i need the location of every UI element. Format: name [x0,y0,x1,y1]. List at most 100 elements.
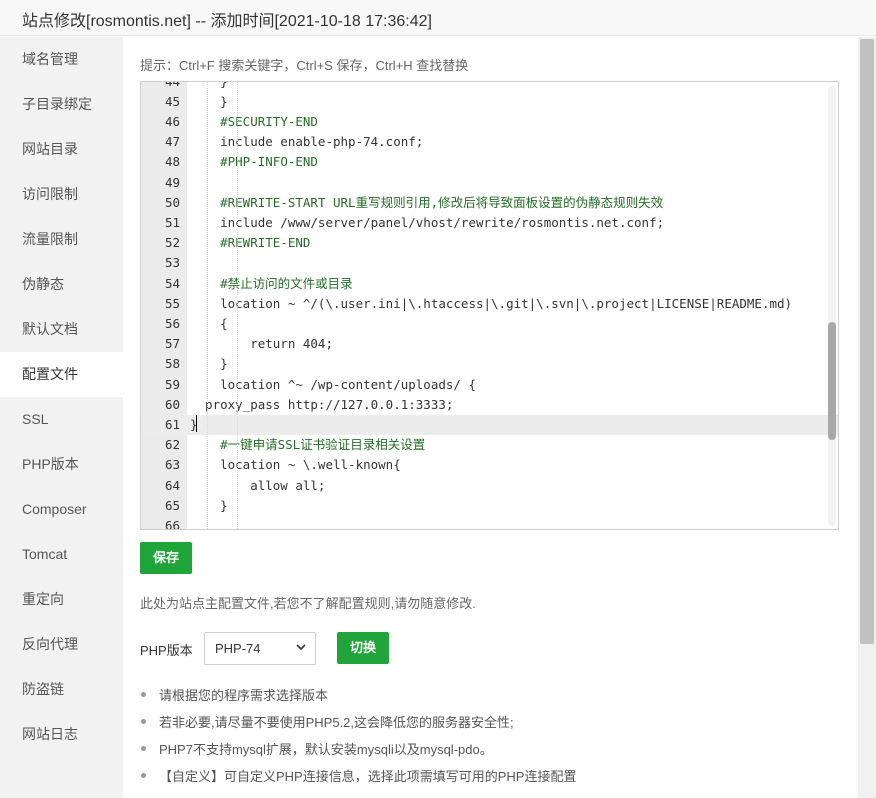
code-text: #一键申请SSL证书验证目录相关设置 [220,437,426,453]
code-line[interactable]: 52 #REWRITE-END [141,233,838,253]
code-text: include enable-php-74.conf; [190,134,424,150]
code-line[interactable]: 57 return 404; [141,334,838,354]
sidebar-item-tomcat[interactable]: Tomcat [0,532,123,577]
code-text: allow all; [190,477,326,493]
line-number: 48 [164,154,180,170]
main-panel: 提示：Ctrl+F 搜索关键字，Ctrl+S 保存，Ctrl+H 查找替换 44… [123,37,858,798]
text-cursor [196,415,197,432]
switch-php-button[interactable]: 切换 [337,632,389,664]
code-text: } [190,356,228,372]
code-line[interactable]: 60 proxy_pass http://127.0.0.1:3333; [141,395,838,415]
line-number: 44 [164,81,180,89]
bullet-icon [141,692,146,697]
line-number: 45 [164,93,180,109]
code-text: } [190,497,228,513]
code-line[interactable]: 64 allow all; [141,476,838,496]
code-line[interactable]: 62 #一键申请SSL证书验证目录相关设置 [141,435,838,455]
code-line[interactable]: 66 [141,516,838,530]
sidebar-item-default-doc[interactable]: 默认文档 [0,307,123,352]
bullet-icon [141,773,146,778]
code-line[interactable]: 49 [141,173,838,193]
code-text: } [190,93,228,109]
code-line[interactable]: 54 #禁止访问的文件或目录 [141,274,838,294]
line-number: 62 [164,437,180,453]
code-text: return 404; [190,336,333,352]
bullet-icon [141,719,146,724]
code-text: } [190,81,228,89]
code-line[interactable]: 45 } [141,92,838,112]
line-number: 50 [164,194,180,210]
sidebar-item-reverse-proxy[interactable]: 反向代理 [0,622,123,667]
sidebar-item-access-limit[interactable]: 访问限制 [0,172,123,217]
code-line[interactable]: 46 #SECURITY-END [141,112,838,132]
code-line[interactable]: 65 } [141,496,838,516]
sidebar-item-redirect[interactable]: 重定向 [0,577,123,622]
code-line[interactable]: 44 } [141,81,838,92]
sidebar-item-php-version[interactable]: PHP版本 [0,442,123,487]
line-number: 56 [164,315,180,331]
line-number: 47 [164,134,180,150]
code-text: #REWRITE-END [220,235,311,251]
line-number: 57 [164,336,180,352]
editor-lines[interactable]: 44 } 45 } 46 #SECURITY-END 47 include enabl… [141,82,838,529]
editor-scrollbar-thumb[interactable] [828,322,836,440]
line-number: 46 [164,113,180,129]
php-version-select[interactable]: PHP-74 [204,632,316,665]
code-line[interactable]: 58 } [141,354,838,374]
sidebar-item-composer[interactable]: Composer [0,487,123,532]
sidebar-item-rewrite[interactable]: 伪静态 [0,262,123,307]
indent-guide [237,82,238,529]
config-editor[interactable]: 44 } 45 } 46 #SECURITY-END 47 include enabl… [140,81,839,530]
code-line[interactable]: 51 include /www/server/panel/vhost/rewri… [141,213,838,233]
chevron-down-icon [296,644,306,651]
editor-scrollbar-track[interactable] [828,86,836,526]
save-button[interactable]: 保存 [140,542,192,574]
sidebar-item-site-dir[interactable]: 网站目录 [0,127,123,172]
code-line[interactable]: 63 location ~ \.well-known{ [141,455,838,475]
bullet-icon [141,746,146,751]
line-number: 52 [164,235,180,251]
sidebar-item-traffic-limit[interactable]: 流量限制 [0,217,123,262]
sidebar-item-site-log[interactable]: 网站日志 [0,712,123,757]
code-text: #REWRITE-START URL重写规则引用,修改后将导致面板设置的伪静态规… [220,194,664,210]
code-text: location ~ ^/(\.user.ini|\.htaccess|\.gi… [190,295,793,311]
code-text: { [190,315,228,331]
page-scrollbar-thumb[interactable] [860,39,874,644]
code-line[interactable]: 47 include enable-php-74.conf; [141,132,838,152]
line-number: 64 [164,477,180,493]
code-line[interactable]: 59 location ^~ /wp-content/uploads/ { [141,375,838,395]
indent-guide [207,82,208,529]
code-text: proxy_pass http://127.0.0.1:3333; [190,396,454,412]
line-number: 58 [164,356,180,372]
sidebar-item-hotlink[interactable]: 防盗链 [0,667,123,712]
code-text: include /www/server/panel/vhost/rewrite/… [190,214,665,230]
line-number: 59 [164,376,180,392]
line-number: 53 [164,255,180,271]
code-text: #禁止访问的文件或目录 [220,275,353,291]
window-titlebar: 站点修改[rosmontis.net] -- 添加时间[2021-10-18 1… [0,0,876,36]
code-line[interactable]: 53 [141,253,838,273]
editor-hint: 提示：Ctrl+F 搜索关键字，Ctrl+S 保存，Ctrl+H 查找替换 [140,58,469,73]
window-title: 站点修改[rosmontis.net] -- 添加时间[2021-10-18 1… [22,13,432,30]
config-warning-note: 此处为站点主配置文件,若您不了解配置规则,请勿随意修改. [140,596,476,611]
line-number: 66 [164,517,180,530]
sidebar-item-domain[interactable]: 域名管理 [0,37,123,82]
sidebar-item-subdir[interactable]: 子目录绑定 [0,82,123,127]
code-line[interactable]: 61} [141,414,838,436]
php-version-selected: PHP-74 [215,641,261,656]
line-number: 63 [164,457,180,473]
line-number: 60 [164,396,180,412]
code-line[interactable]: 56 { [141,314,838,334]
line-number: 49 [164,174,180,190]
sidebar-item-ssl[interactable]: SSL [0,397,123,442]
page-scrollbar[interactable] [858,37,876,798]
code-line[interactable]: 48 #PHP-INFO-END [141,152,838,172]
code-line[interactable]: 50 #REWRITE-START URL重写规则引用,修改后将导致面板设置的伪… [141,193,838,213]
code-text: #PHP-INFO-END [220,154,318,170]
line-number: 54 [164,275,180,291]
code-line[interactable]: 55 location ~ ^/(\.user.ini|\.htaccess|\… [141,294,838,314]
code-text: location ^~ /wp-content/uploads/ { [190,376,476,392]
sidebar-item-config-file[interactable]: 配置文件 [0,352,123,397]
code-text: #SECURITY-END [220,113,318,129]
line-number: 51 [164,214,180,230]
